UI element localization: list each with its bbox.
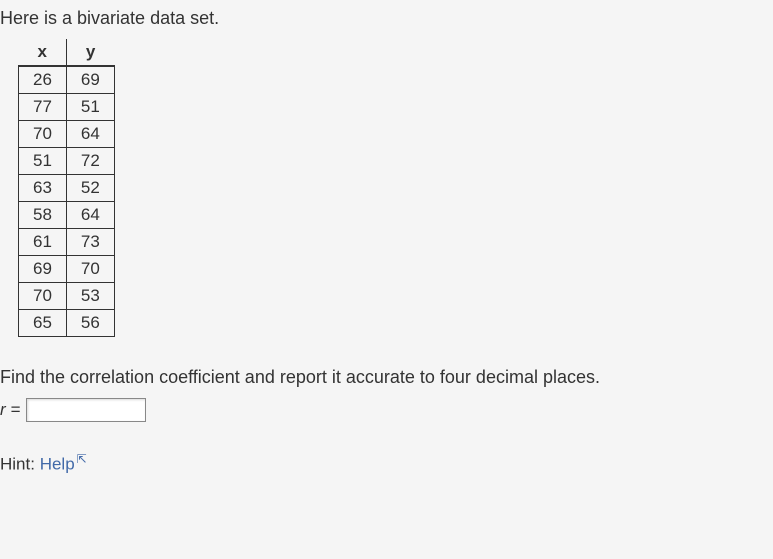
cell-x: 77 (19, 94, 67, 121)
header-x: x (19, 39, 67, 66)
cell-y: 64 (66, 121, 114, 148)
hint-label: Hint: (0, 455, 40, 474)
cell-x: 63 (19, 175, 67, 202)
help-link[interactable]: Help (40, 455, 75, 474)
answer-label: r = (0, 400, 20, 420)
table-row: 26 69 (19, 66, 115, 94)
cell-x: 70 (19, 283, 67, 310)
header-y: y (66, 39, 114, 66)
answer-row: r = (0, 398, 773, 422)
answer-input[interactable] (26, 398, 146, 422)
cell-x: 69 (19, 256, 67, 283)
external-link-icon: ⇱ (77, 452, 87, 466)
cell-x: 65 (19, 310, 67, 337)
table-row: 51 72 (19, 148, 115, 175)
cell-y: 51 (66, 94, 114, 121)
cell-x: 51 (19, 148, 67, 175)
hint-row: Hint: Help⇱ (0, 452, 773, 475)
cell-x: 61 (19, 229, 67, 256)
table-row: 58 64 (19, 202, 115, 229)
cell-x: 70 (19, 121, 67, 148)
table-row: 65 56 (19, 310, 115, 337)
cell-y: 52 (66, 175, 114, 202)
table-row: 61 73 (19, 229, 115, 256)
cell-y: 53 (66, 283, 114, 310)
table-row: 77 51 (19, 94, 115, 121)
cell-x: 26 (19, 66, 67, 94)
cell-x: 58 (19, 202, 67, 229)
table-row: 69 70 (19, 256, 115, 283)
cell-y: 70 (66, 256, 114, 283)
question-text: Find the correlation coefficient and rep… (0, 367, 773, 388)
table-row: 70 64 (19, 121, 115, 148)
table-header-row: x y (19, 39, 115, 66)
cell-y: 72 (66, 148, 114, 175)
cell-y: 56 (66, 310, 114, 337)
cell-y: 64 (66, 202, 114, 229)
data-table: x y 26 69 77 51 70 64 51 72 63 52 58 64 (18, 39, 115, 337)
table-row: 63 52 (19, 175, 115, 202)
table-row: 70 53 (19, 283, 115, 310)
cell-y: 69 (66, 66, 114, 94)
intro-text: Here is a bivariate data set. (0, 8, 773, 29)
cell-y: 73 (66, 229, 114, 256)
